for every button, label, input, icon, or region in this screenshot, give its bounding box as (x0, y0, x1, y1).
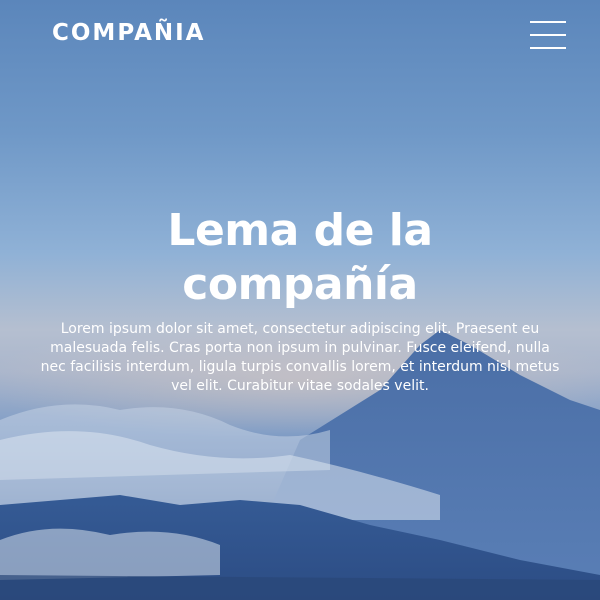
hamburger-menu-icon[interactable] (526, 18, 570, 52)
hero-description: Lorem ipsum dolor sit amet, consectetur … (40, 321, 560, 394)
menu-bar-middle (530, 34, 566, 36)
hero-headline: Lema de la compañía (167, 205, 433, 310)
menu-bar-top (530, 21, 566, 23)
company-logo[interactable]: COMPAÑIA (52, 20, 205, 46)
menu-bar-bottom (530, 47, 566, 49)
site-header: COMPAÑIA (0, 0, 600, 72)
